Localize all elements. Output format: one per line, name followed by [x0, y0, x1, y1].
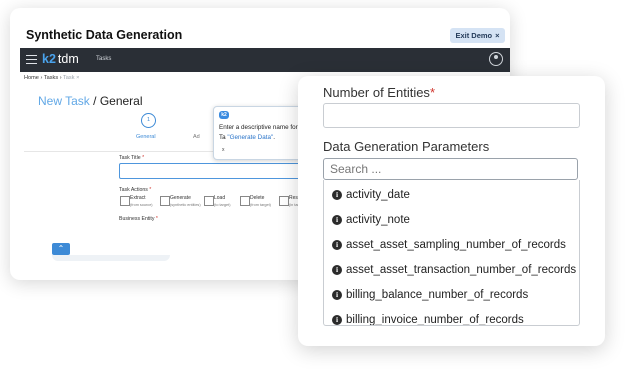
task-actions-label: Task Actions * [119, 187, 151, 193]
info-icon: i [332, 290, 342, 300]
list-item-label: billing_balance_number_of_records [346, 289, 529, 301]
number-of-entities-input[interactable] [323, 103, 580, 128]
parameters-dropdown-list: i activity_date i activity_note i asset_ass… [323, 180, 580, 326]
extract-checkbox[interactable] [120, 196, 130, 206]
page-heading: Synthetic Data Generation [26, 28, 183, 42]
info-icon: i [332, 315, 342, 325]
list-item[interactable]: i billing_invoice_number_of_records [332, 313, 524, 326]
generate-label: Generate [170, 195, 191, 201]
load-sublabel: (to target) [214, 203, 231, 207]
delete-checkbox[interactable] [240, 196, 250, 206]
info-icon: i [332, 240, 342, 250]
exit-demo-button[interactable]: Exit Demo × [450, 28, 505, 43]
generate-sublabel: (synthetic entities) [170, 203, 201, 207]
extract-sublabel: (from source) [130, 203, 153, 207]
load-checkbox[interactable] [204, 196, 214, 206]
generation-parameters-panel: Number of Entities* Data Generation Para… [298, 76, 605, 346]
list-item-label: asset_asset_transaction_number_of_record… [346, 264, 577, 276]
list-item[interactable]: i asset_asset_sampling_number_of_records [332, 238, 566, 252]
info-icon: i [332, 190, 342, 200]
breadcrumb-separator: › [40, 75, 43, 81]
required-marker: * [155, 216, 158, 222]
extract-label: Extract [130, 195, 146, 201]
collapse-button[interactable]: ⌃ [52, 243, 70, 255]
wizard-step-label: General [136, 134, 156, 140]
breadcrumb-home[interactable]: Home [24, 75, 39, 81]
list-item-label: asset_asset_sampling_number_of_records [346, 239, 566, 251]
parameters-search-input[interactable] [323, 158, 578, 180]
task-actions-label-text: Task Actions [119, 187, 148, 193]
list-item-label: billing_invoice_number_of_records [346, 314, 524, 326]
page-title: New Task / General [38, 94, 143, 108]
page-title-suffix: General [99, 94, 143, 108]
logo-k2: k2 [42, 52, 56, 66]
k2tdm-logo: k2 tdm [42, 52, 79, 66]
menu-icon[interactable] [26, 55, 37, 64]
required-marker: * [429, 85, 435, 100]
task-title-label-text: Task Title [119, 155, 141, 161]
breadcrumb: Home › Tasks › Task × [24, 75, 79, 81]
page-title-prefix: New Task [38, 94, 90, 108]
required-marker: * [142, 155, 145, 161]
wizard-next-step-label: Ad [193, 134, 200, 140]
list-item[interactable]: i activity_date [332, 188, 410, 202]
bottom-panel [52, 255, 170, 261]
logo-tdm: tdm [57, 52, 79, 66]
business-entity-label-text: Business Entity [119, 216, 155, 222]
wizard-step-indicator[interactable]: 1 [141, 113, 156, 128]
tooltip-close-icon[interactable]: x [222, 147, 225, 153]
generate-checkbox[interactable] [160, 196, 170, 206]
info-icon: i [332, 265, 342, 275]
breadcrumb-current: Task × [63, 75, 80, 81]
list-item[interactable]: i asset_asset_transaction_number_of_recor… [332, 263, 576, 277]
list-item[interactable]: i billing_balance_number_of_records [332, 288, 528, 302]
k2-logo-icon: k2 [219, 111, 229, 119]
delete-label: Delete [250, 195, 265, 201]
number-of-entities-label-text: Number of Entities [323, 85, 430, 100]
nav-tasks-link[interactable]: Tasks [96, 56, 111, 62]
business-entity-label: Business Entity * [119, 216, 158, 222]
info-icon: i [332, 215, 342, 225]
close-icon: × [495, 31, 500, 40]
page-title-separator: / [89, 94, 100, 108]
list-item-label: activity_date [346, 189, 410, 201]
delete-sublabel: (from target) [250, 203, 271, 207]
data-generation-parameters-label: Data Generation Parameters [323, 139, 490, 154]
breadcrumb-tasks[interactable]: Tasks [44, 75, 58, 81]
required-marker: * [149, 187, 152, 193]
task-title-label: Task Title * [119, 155, 144, 161]
list-item-label: activity_note [346, 214, 410, 226]
tooltip-text-end: . [273, 134, 275, 141]
list-item[interactable]: i activity_note [332, 213, 410, 227]
load-label: Load [214, 195, 226, 201]
app-top-bar: k2 tdm Tasks [20, 48, 510, 72]
tooltip-highlight: "Generate Data" [227, 134, 274, 141]
reserve-checkbox[interactable] [279, 196, 289, 206]
user-icon[interactable] [489, 52, 503, 66]
breadcrumb-separator: › [59, 75, 62, 81]
exit-demo-label: Exit Demo [455, 31, 493, 40]
number-of-entities-label: Number of Entities* [323, 85, 435, 100]
